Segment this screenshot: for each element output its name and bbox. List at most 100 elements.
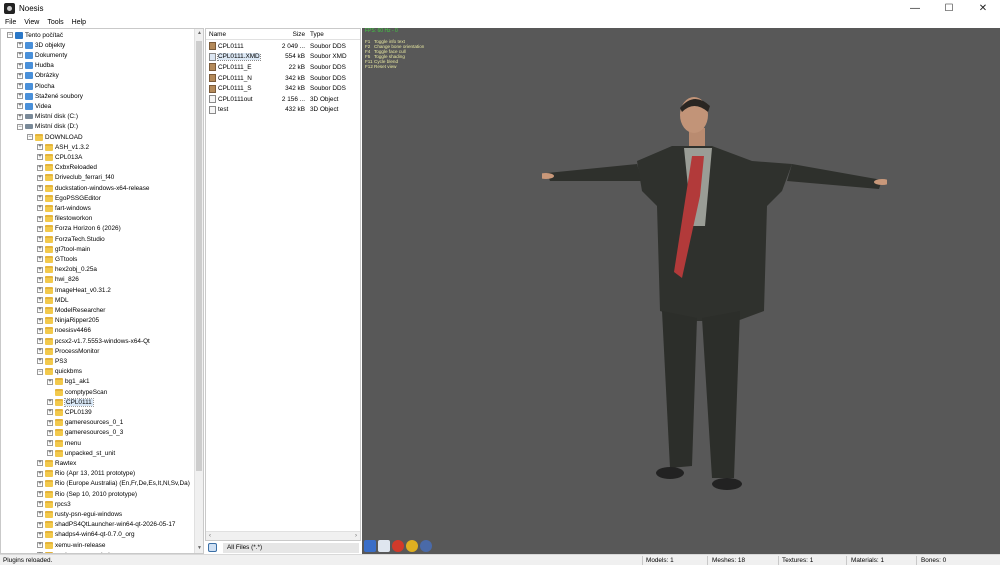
tree-item[interactable]: + unpacked_st_unit bbox=[47, 448, 115, 458]
expand-icon[interactable]: + bbox=[17, 72, 23, 79]
tree-item[interactable]: + noesisv4466 bbox=[37, 326, 91, 336]
menu-tools[interactable]: Tools bbox=[44, 19, 66, 26]
tree-item[interactable]: + fart-windows bbox=[37, 203, 91, 213]
tree-item[interactable]: + Rio (Europe Australia) (En,Fr,De,Es,It,… bbox=[37, 479, 190, 489]
expand-icon[interactable]: + bbox=[37, 460, 43, 467]
column-header-name[interactable]: Name bbox=[206, 31, 280, 38]
tree-item[interactable]: + pcsx2-v1.7.5553-windows-x64-Qt bbox=[37, 336, 150, 346]
scroll-left-arrow-icon[interactable]: ‹ bbox=[206, 532, 214, 540]
expand-icon[interactable]: + bbox=[37, 215, 43, 222]
expand-icon[interactable]: + bbox=[37, 470, 43, 477]
tree-item[interactable]: + MDL bbox=[37, 295, 69, 305]
expand-icon[interactable]: + bbox=[37, 542, 43, 548]
expand-icon[interactable]: + bbox=[37, 164, 43, 171]
file-type-filter-select[interactable]: All Files (*.*) bbox=[223, 542, 359, 553]
tree-item[interactable]: + Stažené soubory bbox=[17, 91, 83, 101]
expand-icon[interactable]: + bbox=[37, 225, 43, 232]
tree-item[interactable]: + CPL013A bbox=[37, 152, 82, 162]
expand-icon[interactable]: + bbox=[37, 480, 43, 487]
expand-icon[interactable]: + bbox=[37, 256, 43, 263]
tree-item[interactable]: − DOWNLOAD bbox=[27, 132, 83, 142]
scroll-down-arrow-icon[interactable]: ▼ bbox=[196, 545, 203, 552]
expand-icon[interactable]: + bbox=[47, 429, 53, 436]
file-row[interactable]: test 432 kB 3D Object bbox=[206, 105, 360, 116]
expand-icon[interactable]: + bbox=[37, 185, 43, 191]
tree-item[interactable]: + Místní disk (C:) bbox=[17, 112, 78, 122]
tree-item[interactable]: + Rio (Apr 13, 2011 prototype) bbox=[37, 469, 135, 479]
expand-icon[interactable]: + bbox=[37, 531, 43, 538]
tree-item[interactable]: + Rio (Sep 10, 2010 prototype) bbox=[37, 489, 137, 499]
expand-icon[interactable]: + bbox=[37, 236, 43, 242]
minimize-button[interactable]: — bbox=[898, 0, 932, 17]
tree-item[interactable]: + NinjaRipper205 bbox=[37, 316, 99, 326]
tree-item[interactable]: + CxbxReloaded bbox=[37, 163, 97, 173]
expand-icon[interactable]: + bbox=[17, 103, 23, 110]
scroll-right-arrow-icon[interactable]: › bbox=[352, 532, 360, 540]
character-model[interactable] bbox=[542, 96, 887, 496]
expand-icon[interactable]: + bbox=[37, 246, 43, 253]
tree-item[interactable]: + gt7tool-main bbox=[37, 244, 90, 254]
filter-icon[interactable] bbox=[208, 543, 217, 552]
collapse-icon[interactable]: − bbox=[7, 32, 13, 38]
expand-icon[interactable]: + bbox=[37, 307, 43, 314]
file-row[interactable]: CPL0111_N 342 kB Soubor DDS bbox=[206, 73, 360, 84]
tree-item[interactable]: − Tento počítač bbox=[7, 30, 63, 40]
tree-vertical-scrollbar[interactable]: ▲ ▼ bbox=[194, 29, 203, 553]
close-button[interactable]: ✕ bbox=[966, 0, 1000, 17]
menu-file[interactable]: File bbox=[2, 19, 19, 26]
graph-icon[interactable] bbox=[378, 540, 390, 552]
info-icon[interactable] bbox=[364, 540, 376, 552]
expand-icon[interactable]: + bbox=[37, 358, 43, 365]
expand-icon[interactable]: + bbox=[37, 154, 43, 161]
tree-item[interactable]: + CPL0139 bbox=[47, 407, 92, 417]
file-row[interactable]: CPL0111_E 22 kB Soubor DDS bbox=[206, 62, 360, 73]
tree-item[interactable]: + menu bbox=[47, 438, 81, 448]
expand-icon[interactable]: + bbox=[17, 42, 23, 49]
expand-icon[interactable]: + bbox=[37, 205, 43, 212]
tree-item[interactable]: +3D objekty bbox=[17, 40, 65, 50]
menu-view[interactable]: View bbox=[21, 19, 42, 26]
expand-icon[interactable]: + bbox=[37, 144, 43, 151]
expand-icon[interactable]: + bbox=[17, 52, 23, 59]
file-row[interactable]: CPL0111_S 342 kB Soubor DDS bbox=[206, 83, 360, 94]
tree-item[interactable]: + ProcessMonitor bbox=[37, 346, 99, 356]
tree-item[interactable]: − Místní disk (D:) bbox=[17, 122, 78, 132]
expand-icon[interactable]: + bbox=[47, 450, 53, 457]
tree-item[interactable]: + EgoPSSGEditor bbox=[37, 193, 101, 203]
expand-icon[interactable]: + bbox=[17, 113, 23, 120]
collapse-icon[interactable]: − bbox=[17, 123, 23, 130]
collapse-icon[interactable]: − bbox=[37, 368, 43, 375]
tree-item[interactable]: + shadPS4QtLauncher-win64-qt-2026-05-17 bbox=[37, 520, 175, 530]
scroll-up-arrow-icon[interactable]: ▲ bbox=[196, 30, 203, 37]
tree-item[interactable]: + Rawtex bbox=[37, 458, 76, 468]
expand-icon[interactable]: + bbox=[47, 378, 53, 385]
expand-icon[interactable]: + bbox=[37, 338, 43, 344]
file-row[interactable]: CPL0111.XMD 554 kB Soubor XMD bbox=[206, 52, 360, 63]
expand-icon[interactable]: + bbox=[37, 276, 43, 283]
3d-viewport[interactable]: FPS: 60 Hz - 0 F1 Toggle info text F2 Chan… bbox=[362, 28, 1000, 554]
tree-item[interactable]: + Hudba bbox=[17, 61, 54, 71]
tree-item[interactable]: + ASH_v1.3.2 bbox=[37, 142, 89, 152]
tree-item[interactable]: + ImageHeat_v0.31.2 bbox=[37, 285, 111, 295]
collapse-icon[interactable]: − bbox=[27, 134, 33, 140]
expand-icon[interactable]: + bbox=[37, 266, 43, 273]
column-header-type[interactable]: Type bbox=[307, 31, 357, 38]
expand-icon[interactable]: + bbox=[37, 327, 43, 334]
tree-item[interactable]: + ForzaTech.Studio bbox=[37, 234, 105, 244]
expand-icon[interactable]: + bbox=[37, 317, 43, 324]
file-row[interactable]: CPL0111out 2 156 ... 3D Object bbox=[206, 94, 360, 105]
tree-item[interactable]: + Driveclub_ferrari_f40 bbox=[37, 173, 114, 183]
folder-tree[interactable]: − Tento počítač +3D objekty + Dokumenty + Hudb… bbox=[0, 28, 204, 554]
tree-item[interactable]: − quickbms bbox=[37, 367, 82, 377]
expand-icon[interactable]: + bbox=[47, 419, 53, 426]
expand-icon[interactable]: + bbox=[47, 409, 53, 416]
file-list-horizontal-scrollbar[interactable]: ‹ › bbox=[206, 531, 360, 540]
expand-icon[interactable]: + bbox=[37, 491, 43, 497]
expand-icon[interactable]: + bbox=[17, 62, 23, 69]
tree-item[interactable]: + gameresources_0_3 bbox=[47, 428, 123, 438]
tree-item[interactable]: comptypeScan bbox=[47, 387, 107, 397]
tree-item[interactable]: + hex2obj_0.25a bbox=[37, 265, 97, 275]
menu-help[interactable]: Help bbox=[69, 19, 89, 26]
blue-sphere-icon[interactable] bbox=[420, 540, 432, 552]
tree-item[interactable]: + xemu-win-release bbox=[37, 540, 105, 550]
